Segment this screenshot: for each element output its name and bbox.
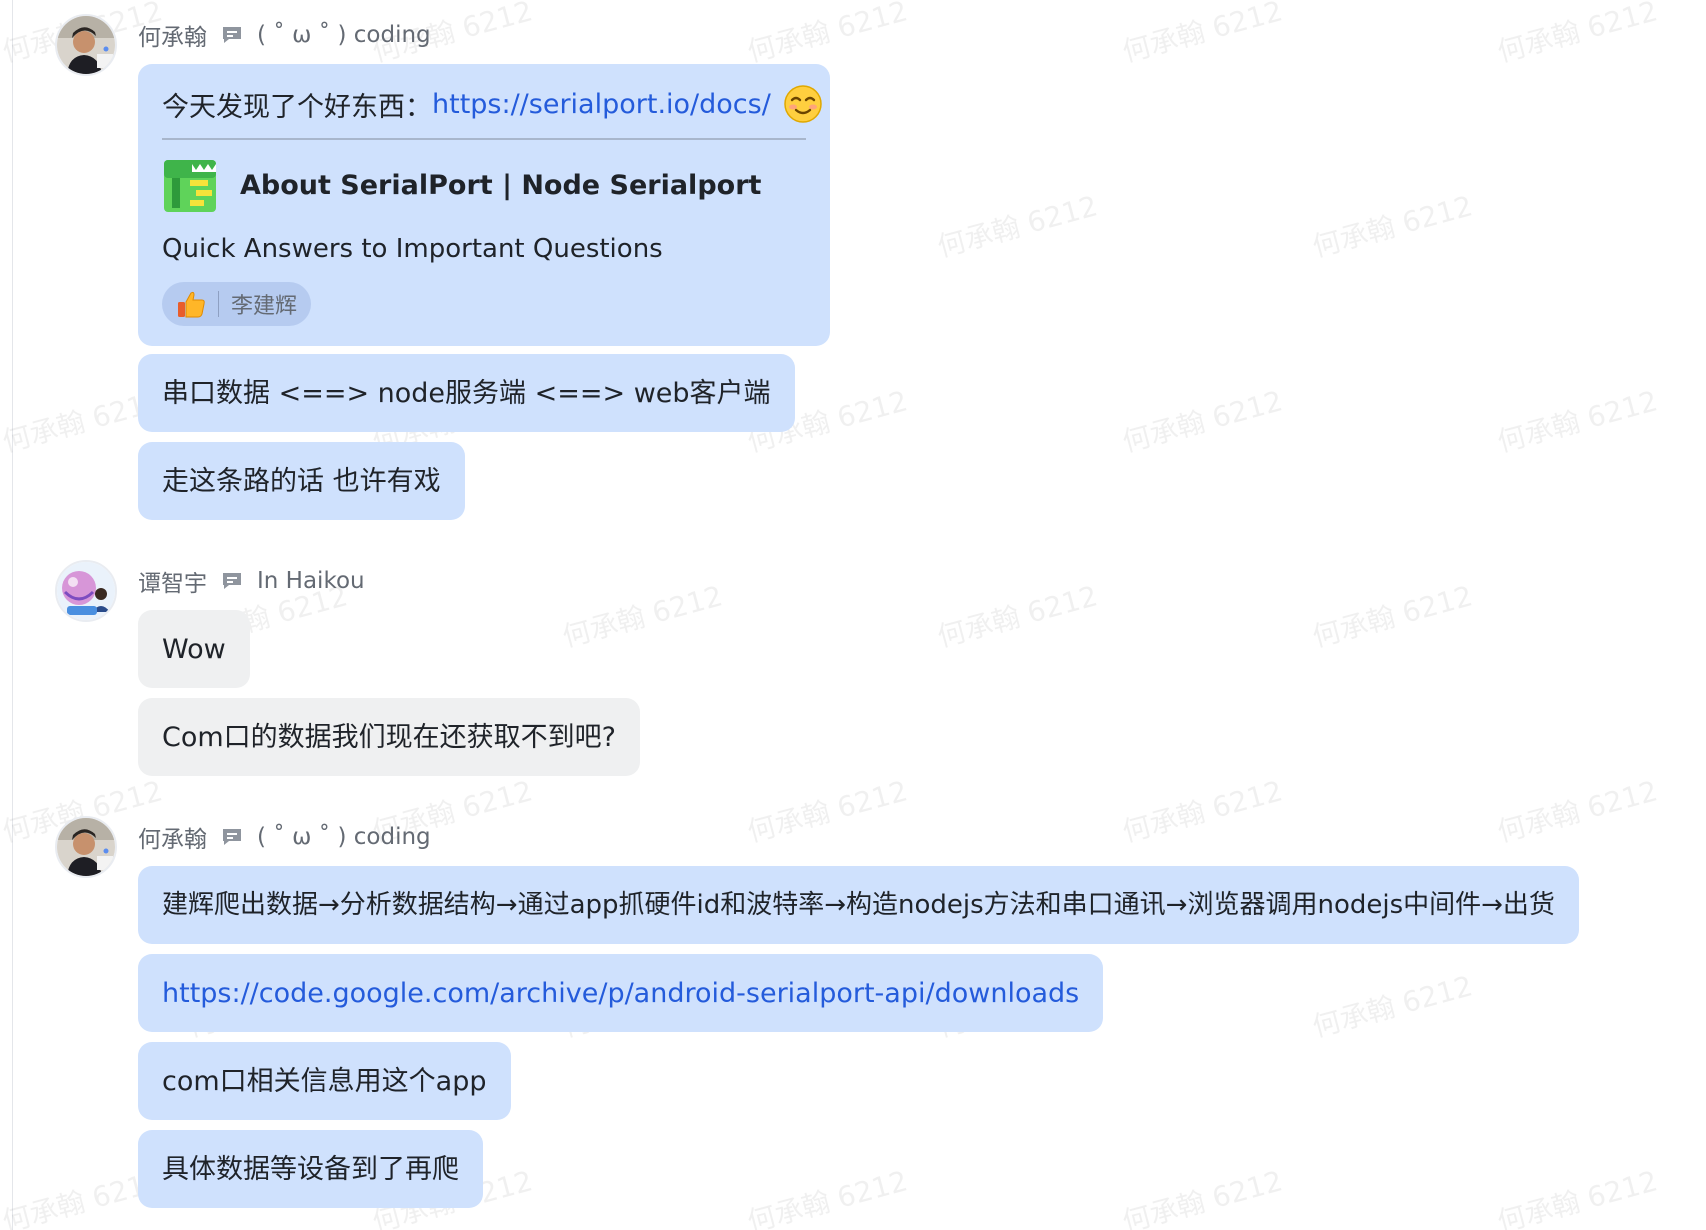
- message-text: 走这条路的话 也许有戏: [162, 465, 441, 497]
- card-divider: [162, 138, 806, 140]
- reaction-chip[interactable]: 李建辉: [162, 282, 312, 326]
- preview-description: Quick Answers to Important Questions: [162, 234, 663, 264]
- status-icon: [221, 827, 243, 847]
- status-text: In Haikou: [257, 568, 365, 594]
- message-text: 今天发现了个好东西：: [162, 91, 432, 123]
- reaction-separator: [218, 291, 219, 317]
- reaction-user: 李建辉: [231, 294, 298, 319]
- avatar-image: [57, 562, 115, 620]
- link-preview-message[interactable]: 今天发现了个好东西： https://serialport.io/docs/ A…: [138, 64, 830, 346]
- preview-title[interactable]: About SerialPort | Node Serialport: [240, 170, 761, 201]
- message-header: 谭智宇 In Haikou: [138, 564, 365, 598]
- status-icon: [221, 571, 243, 591]
- status-text: ( ˚ ω ˚ ) coding: [257, 824, 431, 850]
- message-bubble[interactable]: com口相关信息用这个app: [138, 1042, 511, 1120]
- message-bubble[interactable]: 具体数据等设备到了再爬: [138, 1130, 483, 1208]
- avatar-image: [57, 16, 115, 74]
- message-bubble[interactable]: 串口数据 <==> node服务端 <==> web客户端: [138, 354, 795, 432]
- message-text: com口相关信息用这个app: [162, 1065, 487, 1097]
- sender-name[interactable]: 何承翰: [138, 820, 207, 854]
- message-bubble[interactable]: 建辉爬出数据→分析数据结构→通过app抓硬件id和波特率→构造nodejs方法和…: [138, 866, 1579, 944]
- smiling-face-icon: [783, 84, 823, 124]
- message-link[interactable]: https://serialport.io/docs/: [432, 89, 771, 120]
- message-header: 何承翰 ( ˚ ω ˚ ) coding: [138, 820, 431, 854]
- message-text: 串口数据 <==> node服务端 <==> web客户端: [162, 377, 771, 409]
- avatar[interactable]: [55, 14, 117, 76]
- avatar[interactable]: [55, 816, 117, 878]
- status-text: ( ˚ ω ˚ ) coding: [257, 22, 431, 48]
- serialport-logo-icon: [162, 156, 220, 214]
- message-bubble[interactable]: 走这条路的话 也许有戏: [138, 442, 465, 520]
- avatar[interactable]: [55, 560, 117, 622]
- message-text: Com口的数据我们现在还获取不到吧?: [162, 721, 617, 753]
- link-preview[interactable]: About SerialPort | Node Serialport: [162, 156, 806, 214]
- message-bubble[interactable]: https://code.google.com/archive/p/androi…: [138, 954, 1104, 1032]
- message-bubble[interactable]: Wow: [138, 610, 250, 688]
- status-icon: [221, 25, 243, 45]
- chat-message-list: 何承翰 ( ˚ ω ˚ ) coding 今天发现了个好东西： https://…: [0, 0, 1706, 1230]
- message-text: 具体数据等设备到了再爬: [162, 1153, 459, 1185]
- message-text: Wow: [162, 633, 226, 665]
- message-header: 何承翰 ( ˚ ω ˚ ) coding: [138, 18, 431, 52]
- sender-name[interactable]: 何承翰: [138, 18, 207, 52]
- message-text: 建辉爬出数据→分析数据结构→通过app抓硬件id和波特率→构造nodejs方法和…: [162, 890, 1555, 920]
- message-link[interactable]: https://code.google.com/archive/p/androi…: [162, 980, 1079, 1007]
- message-bubble[interactable]: Com口的数据我们现在还获取不到吧?: [138, 698, 641, 776]
- sender-name[interactable]: 谭智宇: [138, 564, 207, 598]
- thumbs-up-icon: [176, 289, 206, 319]
- avatar-image: [57, 818, 115, 876]
